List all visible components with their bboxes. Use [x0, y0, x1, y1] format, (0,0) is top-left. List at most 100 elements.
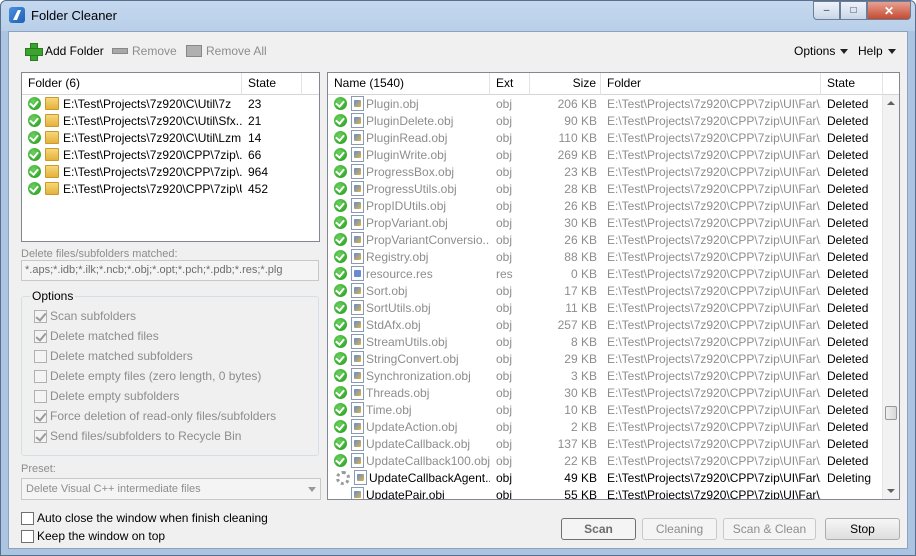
- file-row[interactable]: UpdatePair.obj obj 55 KB E:\Test\Projects\7…: [328, 486, 899, 500]
- column-folder[interactable]: Folder (6): [22, 73, 242, 95]
- column-ext[interactable]: Ext: [490, 73, 530, 95]
- auto-close-checkbox[interactable]: Auto close the window when finish cleani…: [21, 511, 268, 525]
- folder-row[interactable]: E:\Test\Projects\7z920\C\Util\Lzm... 14: [22, 129, 319, 146]
- folder-path: E:\Test\Projects\7z920\CPP\7zip\...: [63, 147, 242, 162]
- file-size: 10 KB: [564, 402, 597, 417]
- file-row[interactable]: ProgressBox.obj obj 23 KB E:\Test\Projects\…: [328, 163, 899, 180]
- vertical-scrollbar[interactable]: [882, 95, 899, 499]
- column-state[interactable]: State: [242, 73, 302, 95]
- file-icon: [351, 96, 364, 111]
- file-row[interactable]: UpdateCallback.obj obj 137 KB E:\Test\Proje…: [328, 435, 899, 452]
- file-row[interactable]: Time.obj obj 10 KB E:\Test\Projects\7z920\C…: [328, 401, 899, 418]
- scroll-thumb[interactable]: [885, 406, 897, 420]
- folder-row[interactable]: E:\Test\Projects\7z920\CPP\7zip\... 66: [22, 146, 319, 163]
- file-row[interactable]: StdAfx.obj obj 257 KB E:\Test\Projects\7z92…: [328, 316, 899, 333]
- help-menu[interactable]: Help: [858, 44, 896, 58]
- file-row[interactable]: ProgressUtils.obj obj 28 KB E:\Test\Project…: [328, 180, 899, 197]
- checkmark-icon: [334, 437, 347, 450]
- file-folder: E:\Test\Projects\7z920\CPP\7zip\UI\Far\.…: [607, 436, 821, 451]
- folder-row[interactable]: E:\Test\Projects\7z920\C\Util\Sfx... 21: [22, 112, 319, 129]
- file-row[interactable]: UpdateAction.obj obj 2 KB E:\Test\Projects\…: [328, 418, 899, 435]
- checkmark-icon: [334, 233, 347, 246]
- file-row[interactable]: PluginRead.obj obj 110 KB E:\Test\Projects\…: [328, 129, 899, 146]
- file-list[interactable]: Name (1540) Ext Size Folder State Plugin…: [327, 72, 900, 500]
- file-row[interactable]: PluginDelete.obj obj 90 KB E:\Test\Projects…: [328, 112, 899, 129]
- file-icon: [351, 487, 364, 499]
- remove-all-button[interactable]: Remove All: [186, 42, 267, 60]
- checkbox-box: [34, 329, 47, 343]
- scroll-up-icon[interactable]: [887, 101, 895, 105]
- file-state: Deleted: [827, 317, 869, 332]
- column-state[interactable]: State: [821, 73, 883, 95]
- file-name: resource.res: [366, 266, 433, 281]
- file-row[interactable]: UpdateCallbackAgent... obj 49 KB E:\Test\Pr…: [328, 469, 899, 486]
- file-size: 26 KB: [564, 232, 597, 247]
- file-row[interactable]: Plugin.obj obj 206 KB E:\Test\Projects\7z92…: [328, 95, 899, 112]
- stop-button[interactable]: Stop: [825, 518, 900, 540]
- remove-button[interactable]: Remove: [112, 42, 177, 60]
- file-ext: obj: [496, 283, 513, 298]
- file-folder: E:\Test\Projects\7z920\CPP\7zip\UI\Far\.…: [607, 181, 821, 196]
- file-row[interactable]: Registry.obj obj 88 KB E:\Test\Projects\7z9…: [328, 248, 899, 265]
- delete-pattern-field[interactable]: *.aps;*.idb;*.ilk;*.ncb;*.obj;*.opt;*.pc…: [21, 260, 319, 281]
- folder-list[interactable]: Folder (6) State E:\Test\Projects\7z920\…: [21, 72, 320, 242]
- option-checkbox[interactable]: Send files/subfolders to Recycle Bin: [34, 429, 241, 443]
- keep-on-top-checkbox[interactable]: Keep the window on top: [21, 529, 165, 543]
- file-folder: E:\Test\Projects\7z920\CPP\7zip\UI\Far\.…: [607, 232, 821, 247]
- file-row[interactable]: PropVariantConversio... obj 26 KB E:\Test\P…: [328, 231, 899, 248]
- file-size: 0 KB: [570, 266, 597, 281]
- file-name: Synchronization.obj: [366, 368, 471, 383]
- file-row[interactable]: resource.res res 0 KB E:\Test\Projects\7z92…: [328, 265, 899, 282]
- option-checkbox[interactable]: Scan subfolders: [34, 309, 136, 323]
- cleaning-button[interactable]: Cleaning: [642, 518, 717, 540]
- option-checkbox[interactable]: Delete matched subfolders: [34, 349, 193, 363]
- file-state: Deleted: [827, 96, 869, 111]
- minimize-button[interactable]: –: [813, 1, 840, 20]
- option-checkbox[interactable]: Force deletion of read-only files/subfol…: [34, 409, 276, 423]
- preset-select[interactable]: Delete Visual C++ intermediate files: [21, 478, 321, 500]
- folder-row[interactable]: E:\Test\Projects\7z920\C\Util\7z 23: [22, 95, 319, 112]
- options-menu[interactable]: Options: [794, 44, 849, 58]
- column-size[interactable]: Size: [530, 73, 601, 95]
- option-checkbox[interactable]: Delete empty files (zero length, 0 bytes…: [34, 369, 261, 383]
- checkmark-icon: [334, 318, 347, 331]
- checkmark-icon: [334, 301, 347, 314]
- folder-icon: [45, 148, 59, 161]
- file-size: 26 KB: [564, 198, 597, 213]
- folder-state: 14: [248, 130, 262, 145]
- scan-button[interactable]: Scan: [561, 518, 636, 540]
- window-title: Folder Cleaner: [31, 8, 117, 23]
- file-row[interactable]: Synchronization.obj obj 3 KB E:\Test\Projec…: [328, 367, 899, 384]
- column-name[interactable]: Name (1540): [328, 73, 490, 95]
- folder-row[interactable]: E:\Test\Projects\7z920\CPP\7zip\... 964: [22, 163, 319, 180]
- option-checkbox[interactable]: Delete matched files: [34, 329, 159, 343]
- file-name: Plugin.obj: [366, 96, 419, 111]
- file-row[interactable]: PropVariant.obj obj 30 KB E:\Test\Projects\…: [328, 214, 899, 231]
- file-row[interactable]: Threads.obj obj 30 KB E:\Test\Projects\7z92…: [328, 384, 899, 401]
- scan-clean-button[interactable]: Scan & Clean: [723, 518, 816, 540]
- file-row[interactable]: Sort.obj obj 17 KB E:\Test\Projects\7z920\C…: [328, 282, 899, 299]
- folder-state: 23: [248, 96, 262, 111]
- file-ext: obj: [496, 487, 513, 500]
- file-folder: E:\Test\Projects\7z920\CPP\7zip\UI\Far\.…: [607, 402, 821, 417]
- file-row[interactable]: PluginWrite.obj obj 269 KB E:\Test\Projects…: [328, 146, 899, 163]
- close-button[interactable]: ✕: [867, 1, 911, 20]
- file-row[interactable]: PropIDUtils.obj obj 26 KB E:\Test\Projects\…: [328, 197, 899, 214]
- file-row[interactable]: StreamUtils.obj obj 8 KB E:\Test\Projects\7…: [328, 333, 899, 350]
- file-row[interactable]: StringConvert.obj obj 29 KB E:\Test\Project…: [328, 350, 899, 367]
- file-name: ProgressUtils.obj: [366, 181, 457, 196]
- option-checkbox[interactable]: Delete empty subfolders: [34, 389, 179, 403]
- column-folder[interactable]: Folder: [601, 73, 821, 95]
- folder-rows: E:\Test\Projects\7z920\C\Util\7z 23 E:\Tes…: [22, 95, 319, 197]
- file-size: 110 KB: [558, 130, 597, 145]
- file-size: 28 KB: [564, 181, 597, 196]
- file-size: 11 KB: [565, 300, 597, 315]
- folder-row[interactable]: E:\Test\Projects\7z920\CPP\7zip\UI 452: [22, 180, 319, 197]
- file-state: Deleted: [827, 402, 869, 417]
- file-row[interactable]: SortUtils.obj obj 11 KB E:\Test\Projects\7z…: [328, 299, 899, 316]
- scroll-down-icon[interactable]: [887, 489, 895, 493]
- add-folder-button[interactable]: Add Folder: [25, 42, 104, 61]
- file-row[interactable]: UpdateCallback100.obj obj 22 KB E:\Test\Pro…: [328, 452, 899, 469]
- maximize-button[interactable]: □: [840, 1, 867, 20]
- title-bar[interactable]: Folder Cleaner – □ ✕: [1, 1, 915, 31]
